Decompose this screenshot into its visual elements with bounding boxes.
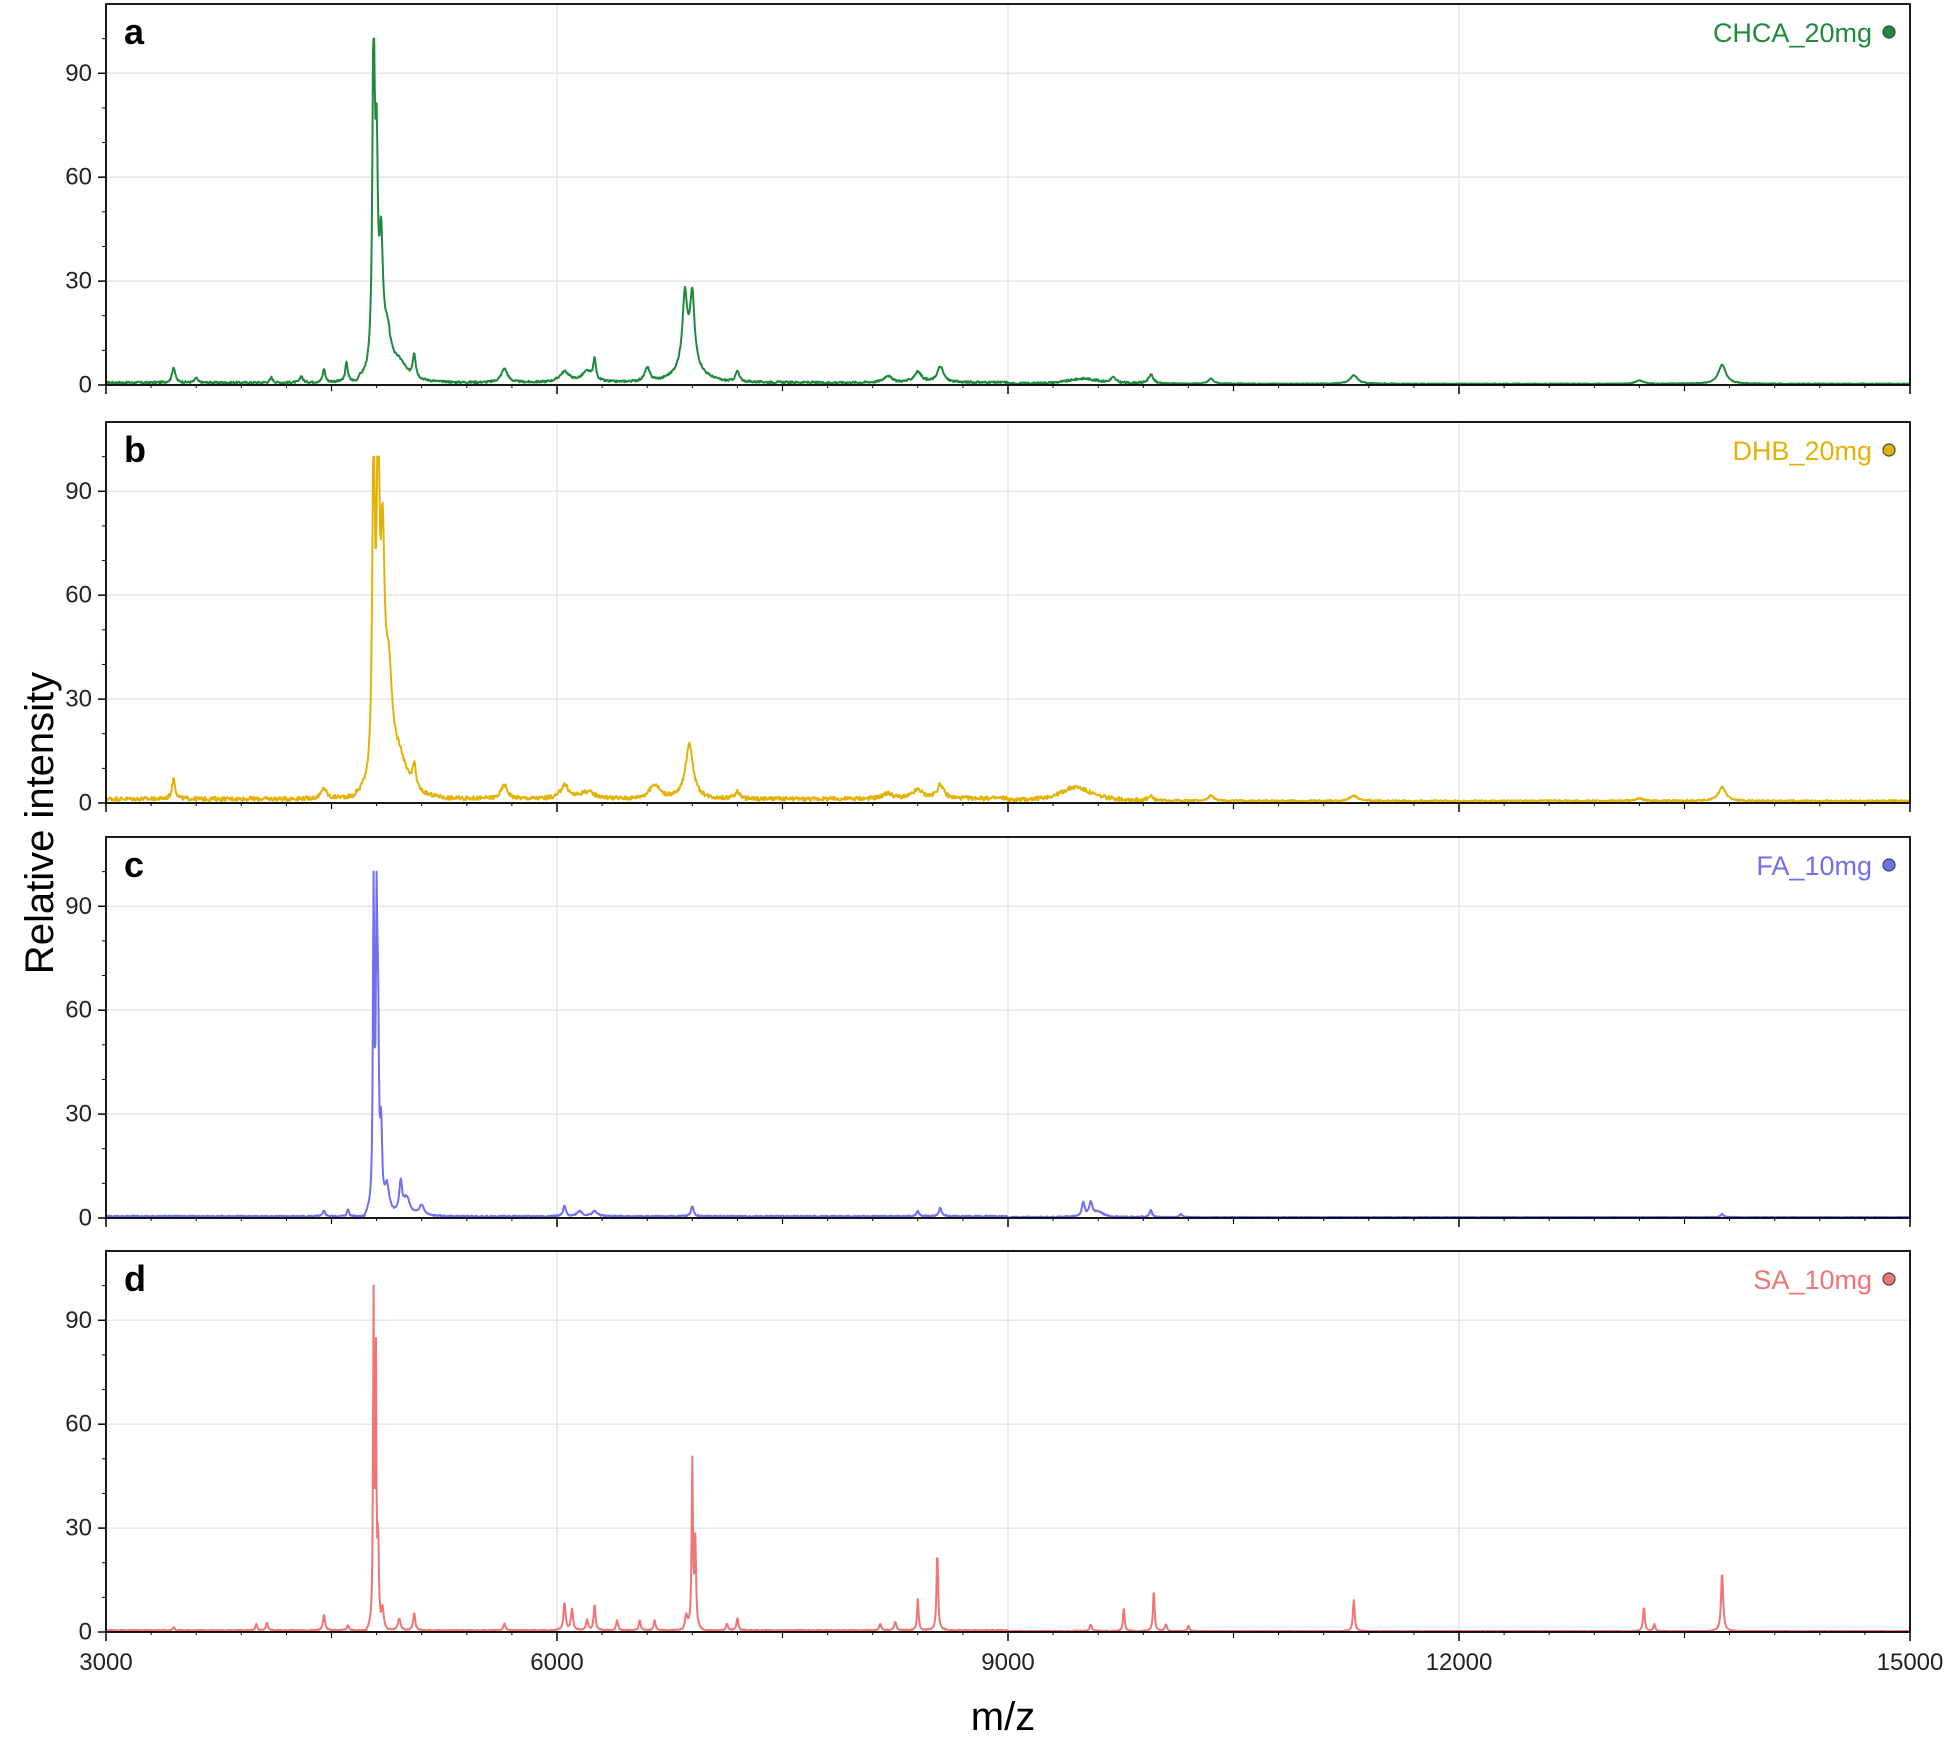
panel-letter: b — [124, 429, 146, 470]
x-tick-label: 15000 — [1877, 1649, 1944, 1676]
y-tick-label: 30 — [65, 268, 92, 295]
legend-marker — [1882, 443, 1896, 457]
panel-c: 0 30 60 90 c FA_10mg — [65, 836, 1911, 1232]
legend-marker — [1882, 1272, 1896, 1286]
y-tick-label: 0 — [79, 1619, 92, 1646]
x-tick-label: 6000 — [530, 1649, 583, 1676]
panel-letter: c — [124, 844, 144, 885]
y-tick-label: 60 — [65, 1411, 92, 1438]
y-tick-label: 90 — [65, 478, 92, 505]
legend-label: FA_10mg — [1756, 851, 1872, 881]
y-tick-label: 60 — [65, 164, 92, 191]
y-tick-label: 90 — [65, 60, 92, 87]
legend-label: DHB_20mg — [1732, 436, 1872, 466]
x-axis-label: m/z — [971, 1695, 1035, 1739]
legend-marker — [1882, 25, 1896, 39]
y-tick-label: 90 — [65, 1307, 92, 1334]
panel-letter: d — [124, 1258, 146, 1299]
legend-marker — [1882, 858, 1896, 872]
panel-a: 0 30 60 90 a CHCA_20mg — [65, 3, 1911, 399]
y-axis-label: Relative intensity — [18, 672, 62, 974]
y-tick-label: 60 — [65, 582, 92, 609]
panel-d: 0 30 60 90 d SA_10mg — [65, 1250, 1911, 1646]
panel-b: 0 30 60 90 b DHB_20mg — [65, 421, 1911, 817]
legend-label: SA_10mg — [1753, 1265, 1872, 1295]
panel-letter: a — [124, 11, 145, 52]
x-tick-label: 12000 — [1426, 1649, 1493, 1676]
y-tick-label: 0 — [79, 790, 92, 817]
y-tick-label: 30 — [65, 1515, 92, 1542]
y-tick-label: 60 — [65, 997, 92, 1024]
y-tick-label: 30 — [65, 686, 92, 713]
y-tick-label: 90 — [65, 893, 92, 920]
x-tick-label: 3000 — [79, 1649, 132, 1676]
y-tick-label: 0 — [79, 1205, 92, 1232]
y-tick-label: 30 — [65, 1101, 92, 1128]
x-tick-label: 9000 — [981, 1649, 1034, 1676]
legend-label: CHCA_20mg — [1713, 18, 1872, 48]
y-tick-label: 0 — [79, 372, 92, 399]
figure: Relative intensity m/z 0 30 60 90 a CHCA_20mg… — [18, 3, 1944, 1739]
